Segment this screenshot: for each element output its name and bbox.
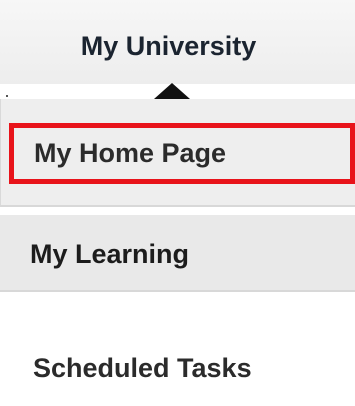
- menu-item-label: Scheduled Tasks: [33, 353, 252, 383]
- menu-item-label: My Learning: [30, 239, 190, 269]
- menu-divider: [0, 205, 355, 207]
- nav-tab-label: My University: [80, 31, 257, 61]
- menu-item-my-learning[interactable]: My Learning: [0, 215, 355, 290]
- menu-item-label: My Home Page: [34, 138, 227, 168]
- menu-item-my-home-page[interactable]: My Home Page: [0, 99, 355, 205]
- caret-up-icon: [154, 83, 190, 99]
- dropdown-menu: My Home Page My Learning Scheduled Tasks: [0, 99, 355, 406]
- menu-divider: [0, 290, 355, 292]
- divider-mark: [6, 95, 8, 97]
- nav-tab-my-university[interactable]: My University: [0, 0, 355, 84]
- menu-item-scheduled-tasks[interactable]: Scheduled Tasks: [0, 300, 355, 406]
